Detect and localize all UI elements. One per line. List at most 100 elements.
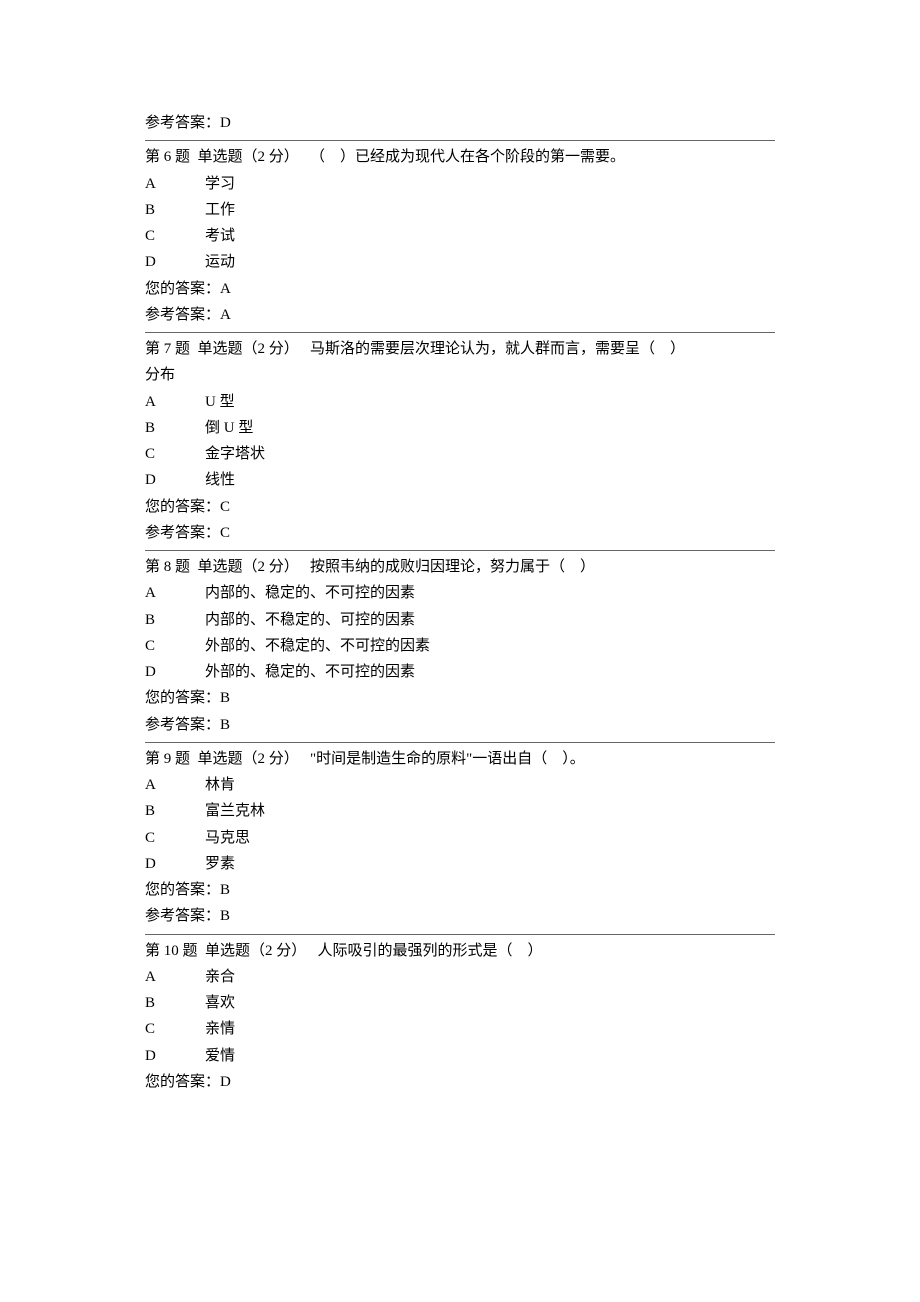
- option-text: 爱情: [205, 1043, 775, 1069]
- reference-answer: 参考答案：A: [145, 302, 775, 328]
- reference-answer: 参考答案：B: [145, 712, 775, 738]
- your-answer: 您的答案：D: [145, 1069, 775, 1095]
- question-type: 单选题（2 分）: [198, 559, 299, 575]
- option-row: B富兰克林: [145, 798, 775, 824]
- option-row: B喜欢: [145, 990, 775, 1016]
- option-letter: D: [145, 1043, 205, 1069]
- option-text: 线性: [205, 467, 775, 493]
- question-divider: [145, 140, 775, 141]
- option-letter: B: [145, 197, 205, 223]
- option-text: 倒 U 型: [205, 415, 775, 441]
- question-prompt: （ ）已经成为现代人在各个阶段的第一需要。: [310, 149, 625, 165]
- question-divider: [145, 742, 775, 743]
- question-prompt: 按照韦纳的成败归因理论，努力属于（ ）: [310, 559, 595, 575]
- option-row: D爱情: [145, 1043, 775, 1069]
- question-number: 第 10 题: [145, 943, 198, 959]
- option-row: D运动: [145, 249, 775, 275]
- option-text: 罗素: [205, 851, 775, 877]
- option-text: 外部的、稳定的、不可控的因素: [205, 659, 775, 685]
- questions-container: 第 6 题 单选题（2 分） （ ）已经成为现代人在各个阶段的第一需要。A学习B…: [145, 140, 775, 1095]
- question-type: 单选题（2 分）: [205, 943, 306, 959]
- option-text: 亲合: [205, 964, 775, 990]
- option-letter: D: [145, 467, 205, 493]
- option-row: D罗素: [145, 851, 775, 877]
- your-answer: 您的答案：C: [145, 494, 775, 520]
- option-letter: A: [145, 964, 205, 990]
- option-row: A学习: [145, 171, 775, 197]
- question-number: 第 7 题: [145, 341, 190, 357]
- option-text: 金字塔状: [205, 441, 775, 467]
- question-header: 第 7 题 单选题（2 分） 马斯洛的需要层次理论认为，就人群而言，需要呈（ ）: [145, 336, 775, 362]
- option-text: 内部的、不稳定的、可控的因素: [205, 607, 775, 633]
- option-row: B倒 U 型: [145, 415, 775, 441]
- question-number: 第 6 题: [145, 149, 190, 165]
- option-letter: A: [145, 772, 205, 798]
- question-block: 第 8 题 单选题（2 分） 按照韦纳的成败归因理论，努力属于（ ）A内部的、稳…: [145, 554, 775, 738]
- option-letter: C: [145, 633, 205, 659]
- option-row: C马克思: [145, 825, 775, 851]
- question-type: 单选题（2 分）: [198, 341, 299, 357]
- option-text: 学习: [205, 171, 775, 197]
- question-block: 第 6 题 单选题（2 分） （ ）已经成为现代人在各个阶段的第一需要。A学习B…: [145, 144, 775, 328]
- option-letter: C: [145, 223, 205, 249]
- option-row: C金字塔状: [145, 441, 775, 467]
- option-letter: B: [145, 990, 205, 1016]
- option-text: 运动: [205, 249, 775, 275]
- option-letter: B: [145, 607, 205, 633]
- option-letter: A: [145, 580, 205, 606]
- option-text: 考试: [205, 223, 775, 249]
- option-row: C外部的、不稳定的、不可控的因素: [145, 633, 775, 659]
- option-text: 马克思: [205, 825, 775, 851]
- option-text: 工作: [205, 197, 775, 223]
- option-letter: D: [145, 659, 205, 685]
- question-divider: [145, 934, 775, 935]
- option-row: D外部的、稳定的、不可控的因素: [145, 659, 775, 685]
- option-letter: D: [145, 851, 205, 877]
- option-row: A亲合: [145, 964, 775, 990]
- option-letter: B: [145, 798, 205, 824]
- your-answer: 您的答案：B: [145, 685, 775, 711]
- reference-answer: 参考答案：B: [145, 903, 775, 929]
- option-letter: C: [145, 825, 205, 851]
- option-text: 喜欢: [205, 990, 775, 1016]
- option-text: 富兰克林: [205, 798, 775, 824]
- option-text: 外部的、不稳定的、不可控的因素: [205, 633, 775, 659]
- option-text: 内部的、稳定的、不可控的因素: [205, 580, 775, 606]
- option-letter: C: [145, 441, 205, 467]
- question-divider: [145, 332, 775, 333]
- option-row: D线性: [145, 467, 775, 493]
- question-prompt: 人际吸引的最强列的形式是（ ）: [318, 943, 543, 959]
- question-number: 第 8 题: [145, 559, 190, 575]
- question-header: 第 9 题 单选题（2 分） "时间是制造生命的原料"一语出自（ ）。: [145, 746, 775, 772]
- question-prompt: 马斯洛的需要层次理论认为，就人群而言，需要呈（ ）: [310, 341, 685, 357]
- option-letter: C: [145, 1016, 205, 1042]
- question-block: 第 10 题 单选题（2 分） 人际吸引的最强列的形式是（ ）A亲合B喜欢C亲情…: [145, 938, 775, 1096]
- option-row: B内部的、不稳定的、可控的因素: [145, 607, 775, 633]
- question-header: 第 6 题 单选题（2 分） （ ）已经成为现代人在各个阶段的第一需要。: [145, 144, 775, 170]
- option-row: B工作: [145, 197, 775, 223]
- question-header: 第 10 题 单选题（2 分） 人际吸引的最强列的形式是（ ）: [145, 938, 775, 964]
- option-text: 亲情: [205, 1016, 775, 1042]
- your-answer: 您的答案：B: [145, 877, 775, 903]
- question-divider: [145, 550, 775, 551]
- question-block: 第 7 题 单选题（2 分） 马斯洛的需要层次理论认为，就人群而言，需要呈（ ）…: [145, 336, 775, 546]
- option-row: C考试: [145, 223, 775, 249]
- option-row: A内部的、稳定的、不可控的因素: [145, 580, 775, 606]
- question-block: 第 9 题 单选题（2 分） "时间是制造生命的原料"一语出自（ ）。A林肯B富…: [145, 746, 775, 930]
- option-text: U 型: [205, 389, 775, 415]
- question-header: 第 8 题 单选题（2 分） 按照韦纳的成败归因理论，努力属于（ ）: [145, 554, 775, 580]
- question-type: 单选题（2 分）: [198, 149, 299, 165]
- option-letter: A: [145, 389, 205, 415]
- option-letter: A: [145, 171, 205, 197]
- intro-reference-answer: 参考答案：D: [145, 110, 775, 136]
- option-letter: D: [145, 249, 205, 275]
- your-answer: 您的答案：A: [145, 276, 775, 302]
- option-row: A林肯: [145, 772, 775, 798]
- option-row: AU 型: [145, 389, 775, 415]
- question-prompt-continuation: 分布: [145, 362, 775, 388]
- option-text: 林肯: [205, 772, 775, 798]
- option-letter: B: [145, 415, 205, 441]
- reference-answer: 参考答案：C: [145, 520, 775, 546]
- option-row: C亲情: [145, 1016, 775, 1042]
- question-number: 第 9 题: [145, 751, 190, 767]
